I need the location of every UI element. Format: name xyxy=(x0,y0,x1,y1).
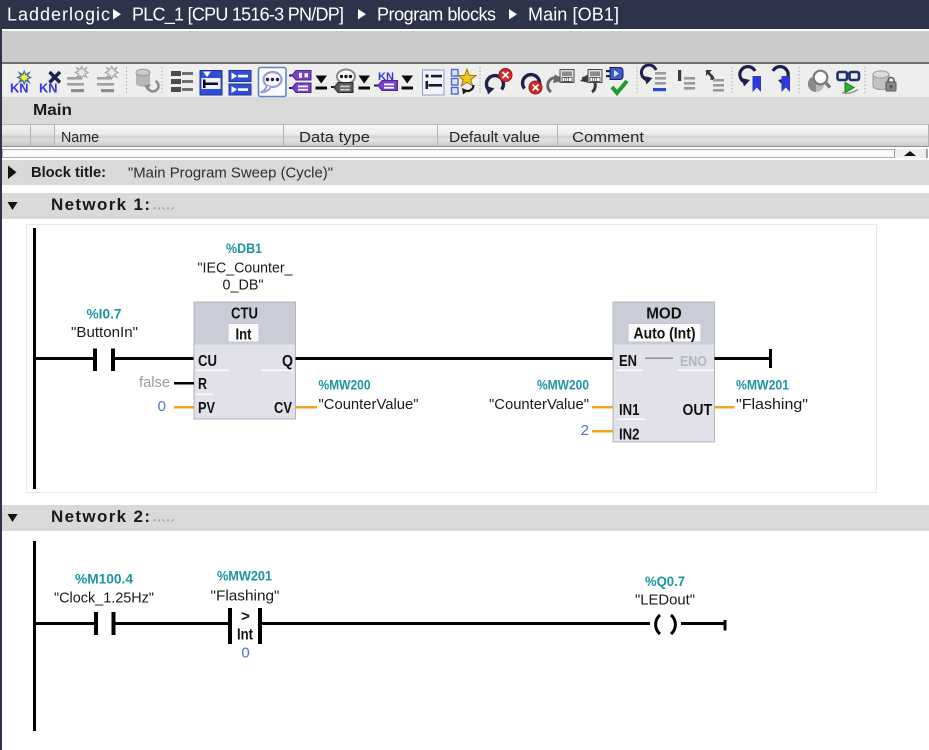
svg-text:PLC_1 [CPU 1516-3 PN/DP]: PLC_1 [CPU 1516-3 PN/DP] xyxy=(132,5,344,26)
svg-text:ENO: ENO xyxy=(680,354,707,370)
svg-text:%I0.7: %I0.7 xyxy=(87,306,122,322)
svg-text:%MW200: %MW200 xyxy=(537,377,589,393)
svg-text:Main [OB1]: Main [OB1] xyxy=(528,5,619,25)
svg-text:OUT: OUT xyxy=(683,402,713,419)
svg-text:Network 1:: Network 1: xyxy=(51,195,150,214)
svg-text:"CounterValue": "CounterValue" xyxy=(319,396,419,413)
svg-text:MOD: MOD xyxy=(646,306,682,323)
svg-text:%MW201: %MW201 xyxy=(736,377,789,393)
svg-text:"LEDout": "LEDout" xyxy=(635,592,695,609)
svg-text:Block title:: Block title: xyxy=(31,165,106,181)
svg-text:IN2: IN2 xyxy=(619,427,640,444)
svg-text:Data type: Data type xyxy=(299,129,370,146)
svg-text:CV: CV xyxy=(274,400,293,417)
svg-text:"IEC_Counter_: "IEC_Counter_ xyxy=(198,260,294,277)
svg-text:>: > xyxy=(241,608,250,625)
svg-text:Comment: Comment xyxy=(572,129,645,146)
svg-text:Int: Int xyxy=(237,627,253,644)
svg-text:false: false xyxy=(139,374,170,391)
svg-text:Default value: Default value xyxy=(449,129,540,146)
svg-text:CTU: CTU xyxy=(231,306,258,323)
svg-text:0_DB": 0_DB" xyxy=(223,277,264,294)
svg-text:2: 2 xyxy=(581,422,589,439)
svg-text:EN: EN xyxy=(619,353,637,370)
svg-text:Network 2:: Network 2: xyxy=(51,507,150,526)
svg-text:01: 01 xyxy=(592,78,598,84)
svg-text:CU: CU xyxy=(198,353,217,370)
svg-text:R: R xyxy=(198,376,207,393)
svg-text:%MW200: %MW200 xyxy=(319,377,371,393)
svg-text:Program blocks: Program blocks xyxy=(377,5,496,25)
svg-text:"Main Program Sweep (Cycle)": "Main Program Sweep (Cycle)" xyxy=(128,165,333,182)
svg-text:Main: Main xyxy=(33,102,72,119)
svg-text:Int: Int xyxy=(236,327,252,344)
svg-text:"Flashing": "Flashing" xyxy=(211,588,280,605)
svg-text:0: 0 xyxy=(241,645,249,662)
svg-text:Q: Q xyxy=(282,353,293,370)
svg-text:%M100.4: %M100.4 xyxy=(75,571,133,587)
svg-text:PV: PV xyxy=(198,400,216,417)
svg-text:"Flashing": "Flashing" xyxy=(736,396,808,413)
svg-text:"Clock_1.25Hz": "Clock_1.25Hz" xyxy=(54,590,154,607)
svg-text:"CounterValue": "CounterValue" xyxy=(489,396,589,413)
svg-text:%Q0.7: %Q0.7 xyxy=(645,573,685,589)
svg-text:01: 01 xyxy=(564,78,570,84)
svg-text:"ButtonIn": "ButtonIn" xyxy=(71,324,138,341)
svg-text:Auto (Int): Auto (Int) xyxy=(634,326,696,343)
svg-text:0: 0 xyxy=(158,398,166,415)
svg-text:Name: Name xyxy=(61,129,99,146)
svg-text:%DB1: %DB1 xyxy=(226,240,262,256)
svg-text:Ladderlogic: Ladderlogic xyxy=(7,5,110,25)
svg-text:KN: KN xyxy=(39,81,58,96)
svg-text:IN1: IN1 xyxy=(619,402,640,419)
svg-text:%MW201: %MW201 xyxy=(217,568,272,584)
